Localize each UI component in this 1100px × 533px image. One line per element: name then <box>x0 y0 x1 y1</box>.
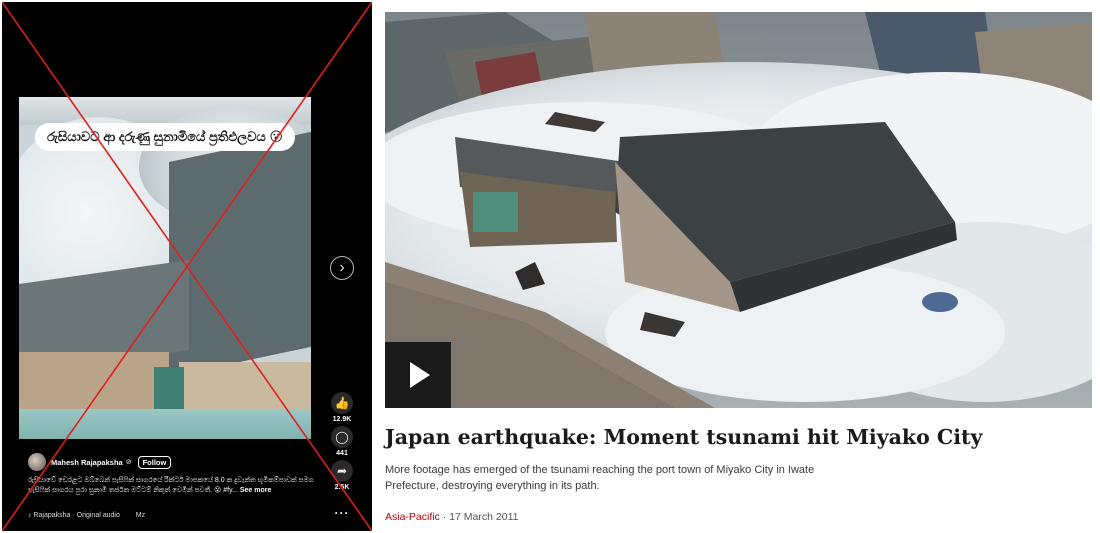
share-button[interactable]: ➦ 2.5K <box>329 460 355 491</box>
reel-video-door <box>154 367 184 412</box>
article-meta: Asia-Pacific · 17 March 2011 <box>385 511 518 523</box>
reel-overlay-caption: රුසියාවට ආ දරුණු සුනාමියේ ප්‍රතිඵලවය 😮 <box>35 123 295 151</box>
follow-button[interactable]: Follow <box>137 455 172 469</box>
reel-screenshot: රුසියාවට ආ දරුණු සුනාමියේ ප්‍රතිඵලවය 😮 ›… <box>2 2 372 531</box>
article-headline[interactable]: Japan earthquake: Moment tsunami hit Miy… <box>385 425 982 449</box>
comment-icon: ◯ <box>331 426 353 448</box>
audio-extra-label: Mz <box>135 512 146 519</box>
more-icon: ··· <box>334 506 350 520</box>
article-summary: More footage has emerged of the tsunami … <box>385 464 815 492</box>
play-icon <box>410 362 430 388</box>
avatar[interactable] <box>28 453 46 471</box>
reel-video-wall <box>19 352 169 412</box>
meta-separator: · <box>442 511 447 523</box>
audio-row[interactable]: ♪ Rajapaksha · Original audio Mz <box>28 512 145 519</box>
see-more-link[interactable]: See more <box>240 487 272 494</box>
verified-icon: ⊘ <box>125 459 132 466</box>
share-icon: ➦ <box>331 460 353 482</box>
video-thumbnail <box>385 12 1092 408</box>
author-name[interactable]: Mahesh Rajapaksha <box>51 458 123 467</box>
like-count: 12.9K <box>332 416 352 423</box>
article-video-player[interactable] <box>385 12 1092 408</box>
comment-button[interactable]: ◯ 441 <box>329 426 355 457</box>
reel-video[interactable]: රුසියාවට ආ දරුණු සුනාමියේ ප්‍රතිඵලවය 😮 <box>19 97 311 439</box>
reel-video-ground <box>19 409 311 439</box>
more-options-button[interactable]: ··· <box>329 504 355 522</box>
next-reel-button[interactable]: › <box>330 256 354 280</box>
audio-label: Rajapaksha · Original audio <box>33 512 120 519</box>
reel-video-roof <box>169 127 311 377</box>
share-count: 2.5K <box>334 484 350 491</box>
post-text: රුසියාවේ චෙරළට ඔබ්බෙන් පැසිෆික් සාගරයේ ර… <box>28 476 318 506</box>
article-date: 17 March 2011 <box>449 511 519 523</box>
thumbs-up-icon: 👍 <box>331 392 353 414</box>
author-row: Mahesh Rajapaksha ⊘ Follow <box>28 453 172 471</box>
section-link[interactable]: Asia-Pacific <box>385 511 440 523</box>
comment-count: 441 <box>336 450 348 457</box>
play-button[interactable] <box>385 342 451 408</box>
like-button[interactable]: 👍 12.9K <box>329 392 355 423</box>
